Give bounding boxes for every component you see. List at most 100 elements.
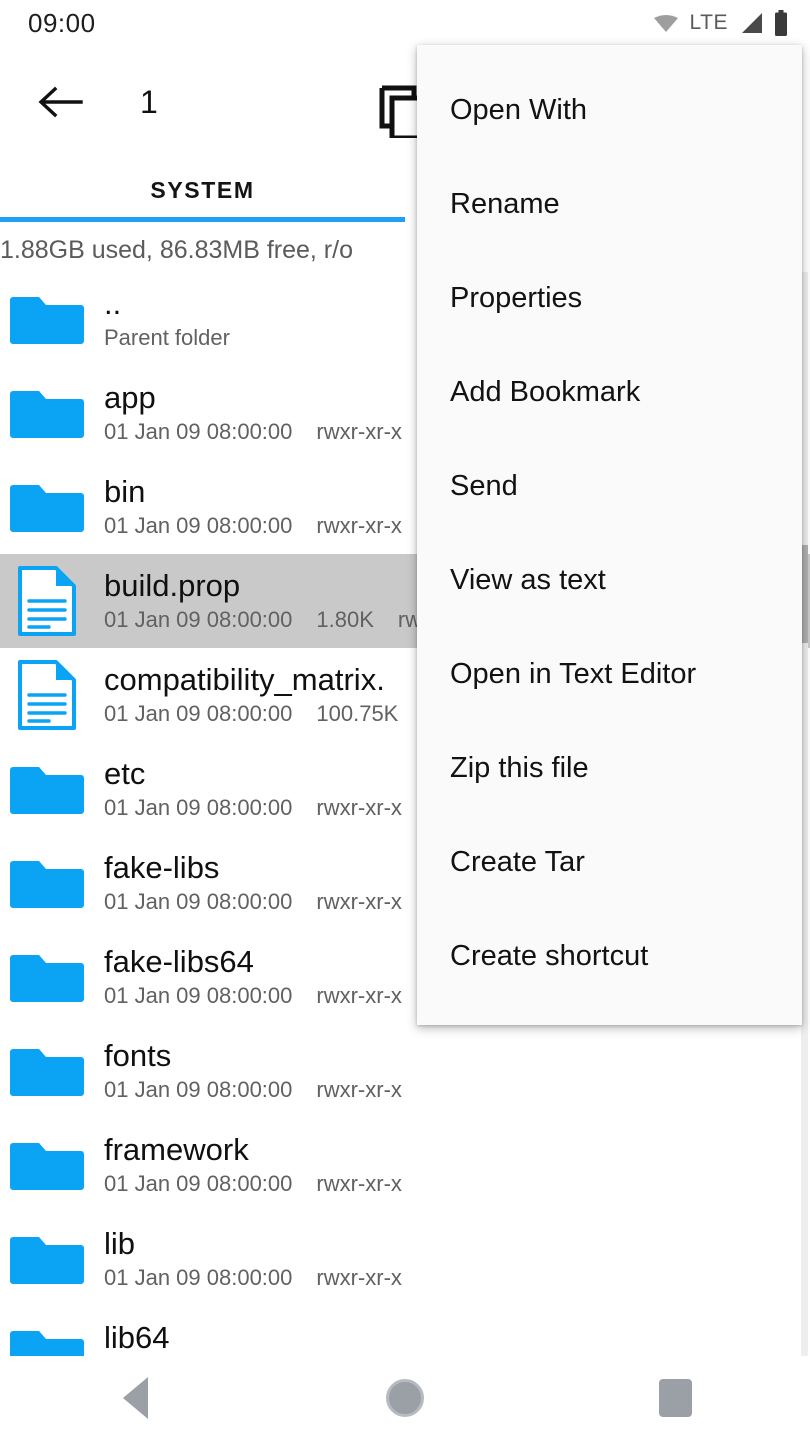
battery-icon bbox=[775, 10, 787, 36]
folder-icon-wrap bbox=[8, 379, 86, 447]
file-row[interactable]: framework 01 Jan 09 08:00:00 rwxr-xr-x bbox=[0, 1118, 810, 1212]
folder-icon-wrap bbox=[8, 755, 86, 823]
file-name: .. bbox=[104, 286, 122, 321]
file-name: framework bbox=[104, 1132, 249, 1167]
file-name: fake-libs64 bbox=[104, 944, 254, 979]
file-name: app bbox=[104, 380, 156, 415]
status-clock: 09:00 bbox=[28, 7, 96, 38]
file-date: 01 Jan 09 08:00:00 bbox=[104, 607, 293, 632]
menu-item-send[interactable]: Send bbox=[417, 439, 802, 533]
selection-count-title: 1 bbox=[140, 83, 158, 120]
file-row-text: etc 01 Jan 09 08:00:00 rwxr-xr-x bbox=[104, 755, 402, 823]
file-row-text: app 01 Jan 09 08:00:00 rwxr-xr-x bbox=[104, 379, 402, 447]
nav-back-icon bbox=[122, 1377, 148, 1419]
menu-item-create-tar[interactable]: Create Tar bbox=[417, 815, 802, 909]
nav-home-icon bbox=[386, 1379, 424, 1417]
file-row-text: fake-libs 01 Jan 09 08:00:00 rwxr-xr-x bbox=[104, 849, 402, 917]
status-bar: 09:00 LTE bbox=[0, 0, 810, 46]
file-permissions: rwxr-xr-x bbox=[316, 419, 402, 444]
file-meta: 01 Jan 09 08:00:00 rwxr-xr-x bbox=[104, 511, 402, 541]
menu-item-properties[interactable]: Properties bbox=[417, 251, 802, 345]
file-name: lib64 bbox=[104, 1320, 170, 1355]
folder-icon bbox=[10, 767, 84, 814]
folder-icon-wrap bbox=[8, 943, 86, 1011]
file-row[interactable]: lib6401 Jan 09 08:00:00rwxr-xr-x bbox=[0, 1306, 810, 1357]
back-arrow-icon bbox=[38, 86, 83, 118]
menu-item-open-with[interactable]: Open With bbox=[417, 63, 802, 157]
file-permissions: rwxr-xr-x bbox=[316, 1265, 402, 1290]
file-row-text: build.prop 01 Jan 09 08:00:00 1.80K rw- bbox=[104, 567, 428, 635]
nav-recents-button[interactable] bbox=[615, 1356, 735, 1440]
file-row-text: lib 01 Jan 09 08:00:00 rwxr-xr-x bbox=[104, 1225, 402, 1293]
document-icon bbox=[18, 566, 76, 636]
file-permissions: rwxr-xr-x bbox=[316, 1171, 402, 1196]
folder-icon bbox=[10, 485, 84, 532]
file-permissions: rwxr-xr-x bbox=[316, 983, 402, 1008]
folder-icon-wrap bbox=[8, 1037, 86, 1105]
nav-home-button[interactable] bbox=[345, 1356, 465, 1440]
file-row[interactable]: fonts 01 Jan 09 08:00:00 rwxr-xr-x bbox=[0, 1024, 810, 1118]
file-meta: Parent folder bbox=[104, 323, 230, 353]
folder-icon bbox=[10, 391, 84, 438]
context-menu[interactable]: Open With Rename Properties Add Bookmark Sen… bbox=[417, 45, 802, 1025]
file-date: 01 Jan 09 08:00:00 bbox=[104, 1077, 293, 1102]
network-type-label: LTE bbox=[689, 11, 728, 34]
menu-item-zip-this-file[interactable]: Zip this file bbox=[417, 721, 802, 815]
file-meta: 01 Jan 09 08:00:00 rwxr-xr-x bbox=[104, 1169, 402, 1199]
folder-icon bbox=[10, 861, 84, 908]
file-date: 01 Jan 09 08:00:00 bbox=[104, 419, 293, 444]
file-row-text: lib6401 Jan 09 08:00:00rwxr-xr-x bbox=[104, 1319, 402, 1357]
file-permissions: rwxr-xr-x bbox=[316, 795, 402, 820]
system-navigation-bar bbox=[0, 1356, 810, 1440]
file-name: fonts bbox=[104, 1038, 172, 1073]
menu-item-view-as-text[interactable]: View as text bbox=[417, 533, 802, 627]
status-icon-group: LTE bbox=[653, 10, 788, 36]
file-row-text: framework 01 Jan 09 08:00:00 rwxr-xr-x bbox=[104, 1131, 402, 1199]
file-date: 01 Jan 09 08:00:00 bbox=[104, 701, 293, 726]
folder-icon bbox=[10, 297, 84, 344]
folder-icon-wrap bbox=[8, 849, 86, 917]
folder-icon-wrap bbox=[8, 285, 86, 353]
file-name: build.prop bbox=[104, 568, 241, 603]
file-row-text: .. Parent folder bbox=[104, 285, 230, 353]
file-permissions: rwxr-xr-x bbox=[316, 1077, 402, 1102]
nav-back-button[interactable] bbox=[75, 1356, 195, 1440]
file-permissions: rwxr-xr-x bbox=[316, 513, 402, 538]
file-meta: 01 Jan 09 08:00:00 rwxr-xr-x bbox=[104, 1075, 402, 1105]
menu-item-open-in-text-editor[interactable]: Open in Text Editor bbox=[417, 627, 802, 721]
wifi-icon bbox=[653, 15, 678, 32]
file-meta: 01 Jan 09 08:00:00 1.80K rw- bbox=[104, 605, 428, 635]
file-date: 01 Jan 09 08:00:00 bbox=[104, 889, 293, 914]
tab-active-indicator bbox=[0, 217, 405, 222]
file-name: fake-libs bbox=[104, 850, 220, 885]
back-button[interactable] bbox=[22, 64, 98, 140]
file-name: lib bbox=[104, 1226, 136, 1261]
tab-system[interactable]: SYSTEM bbox=[0, 177, 405, 204]
menu-item-add-bookmark[interactable]: Add Bookmark bbox=[417, 345, 802, 439]
folder-icon bbox=[10, 1143, 84, 1190]
file-row-text: fonts 01 Jan 09 08:00:00 rwxr-xr-x bbox=[104, 1037, 402, 1105]
signal-icon bbox=[742, 13, 762, 33]
file-name: compatibility_matrix. bbox=[104, 662, 385, 697]
scrollbar-track[interactable] bbox=[801, 272, 808, 1357]
file-date: 01 Jan 09 08:00:00 bbox=[104, 1171, 293, 1196]
phone-screen: 09:00 LTE 1 SYSTEM 1.88GB used, 86.83MB … bbox=[0, 0, 810, 1440]
document-icon-wrap bbox=[8, 566, 86, 636]
file-date: 01 Jan 09 08:00:00 bbox=[104, 1265, 293, 1290]
file-name: bin bbox=[104, 474, 146, 509]
folder-icon bbox=[10, 1331, 84, 1357]
file-meta: 01 Jan 09 08:00:00 rwxr-xr-x bbox=[104, 887, 402, 917]
file-name: etc bbox=[104, 756, 146, 791]
menu-item-rename[interactable]: Rename bbox=[417, 157, 802, 251]
file-date: 01 Jan 09 08:00:00 bbox=[104, 983, 293, 1008]
file-row-text: fake-libs64 01 Jan 09 08:00:00 rwxr-xr-x bbox=[104, 943, 402, 1011]
nav-recents-icon bbox=[658, 1379, 692, 1417]
scrollbar-thumb[interactable] bbox=[801, 545, 808, 643]
file-row[interactable]: lib 01 Jan 09 08:00:00 rwxr-xr-x bbox=[0, 1212, 810, 1306]
folder-icon-wrap bbox=[8, 473, 86, 541]
file-size: 100.75K bbox=[316, 701, 399, 726]
file-meta: 01 Jan 09 08:00:00 rwxr-xr-x bbox=[104, 417, 402, 447]
file-meta: 01 Jan 09 08:00:00100.75Kr bbox=[104, 699, 430, 729]
folder-icon-wrap bbox=[8, 1131, 86, 1199]
menu-item-create-shortcut[interactable]: Create shortcut bbox=[417, 909, 802, 1003]
